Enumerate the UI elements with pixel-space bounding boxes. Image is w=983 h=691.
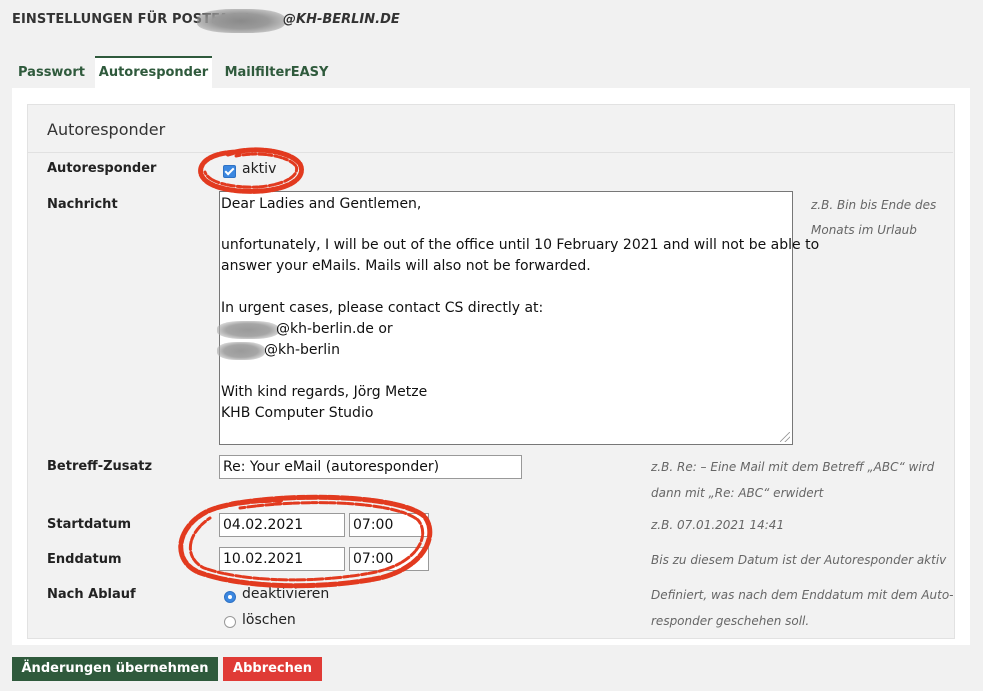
start-date-input[interactable]: 04.02.2021 bbox=[219, 513, 345, 537]
start-date-hint: z.B. 07.01.2021 14:41 bbox=[651, 518, 785, 532]
radio-loeschen-label[interactable]: löschen bbox=[242, 612, 296, 628]
redacted-email-2 bbox=[217, 342, 265, 360]
start-time-input[interactable]: 07:00 bbox=[349, 513, 429, 537]
after-expiry-hint-line-1: Definiert, was nach dem Enddatum mit dem… bbox=[651, 588, 954, 602]
message-hint-line-1: z.B. Bin bis Ende des bbox=[811, 198, 937, 212]
start-date-label: Startdatum bbox=[47, 517, 132, 532]
message-line-3: unfortunately, I will be out of the offi… bbox=[221, 237, 820, 253]
message-line-7: @kh-berlin.de or bbox=[276, 321, 393, 337]
end-date-input[interactable]: 10.02.2021 bbox=[219, 547, 345, 571]
message-label: Nachricht bbox=[47, 197, 118, 212]
subject-hint-line-1: z.B. Re: – Eine Mail mit dem Betreff „AB… bbox=[651, 460, 935, 474]
end-time-input[interactable]: 07:00 bbox=[349, 547, 429, 571]
message-hint-line-2: Monats im Urlaub bbox=[811, 223, 917, 237]
textarea-resize-handle[interactable] bbox=[780, 432, 790, 442]
autoresponder-active-checkbox[interactable] bbox=[223, 165, 236, 178]
radio-deaktivieren-label[interactable]: deaktivieren bbox=[242, 586, 329, 602]
subject-input[interactable]: Re: Your eMail (autoresponder) bbox=[219, 455, 522, 479]
tab-autoresponder[interactable]: Autoresponder bbox=[95, 56, 212, 88]
message-line-4: answer your eMails. Mails will also not … bbox=[221, 258, 591, 274]
radio-loeschen[interactable] bbox=[224, 616, 236, 628]
after-expiry-hint-line-2: responder geschehen soll. bbox=[651, 614, 810, 628]
after-expiry-label: Nach Ablauf bbox=[47, 587, 136, 602]
end-date-hint: Bis zu diesem Datum ist der Autoresponde… bbox=[651, 553, 947, 567]
message-line-6: In urgent cases, please contact CS direc… bbox=[221, 300, 544, 316]
panel-title: Autoresponder bbox=[47, 120, 166, 139]
autoresponder-label: Autoresponder bbox=[47, 161, 157, 176]
redacted-mailbox-name bbox=[197, 9, 285, 33]
message-line-1: Dear Ladies and Gentlemen, bbox=[221, 196, 422, 212]
save-changes-button[interactable]: Änderungen übernehmen bbox=[12, 657, 218, 681]
page-title-domain: @KH-BERLIN.DE bbox=[283, 12, 400, 27]
subject-hint-line-2: dann mit „Re: ABC“ erwidert bbox=[651, 486, 824, 500]
panel-heading bbox=[27, 104, 953, 153]
end-date-label: Enddatum bbox=[47, 552, 122, 567]
tab-mailfiltereasy[interactable]: MailfilterEASY bbox=[215, 58, 338, 88]
redacted-email-1 bbox=[217, 321, 279, 339]
message-line-8: @kh-berlin bbox=[264, 342, 340, 358]
subject-label: Betreff-Zusatz bbox=[47, 459, 153, 474]
radio-deaktivieren[interactable] bbox=[224, 591, 236, 603]
autoresponder-active-label[interactable]: aktiv bbox=[242, 161, 276, 177]
message-line-11: KHB Computer Studio bbox=[221, 405, 374, 421]
cancel-button[interactable]: Abbrechen bbox=[223, 657, 322, 681]
tab-passwort[interactable]: Passwort bbox=[10, 58, 93, 88]
message-line-10: With kind regards, Jörg Metze bbox=[221, 384, 428, 400]
